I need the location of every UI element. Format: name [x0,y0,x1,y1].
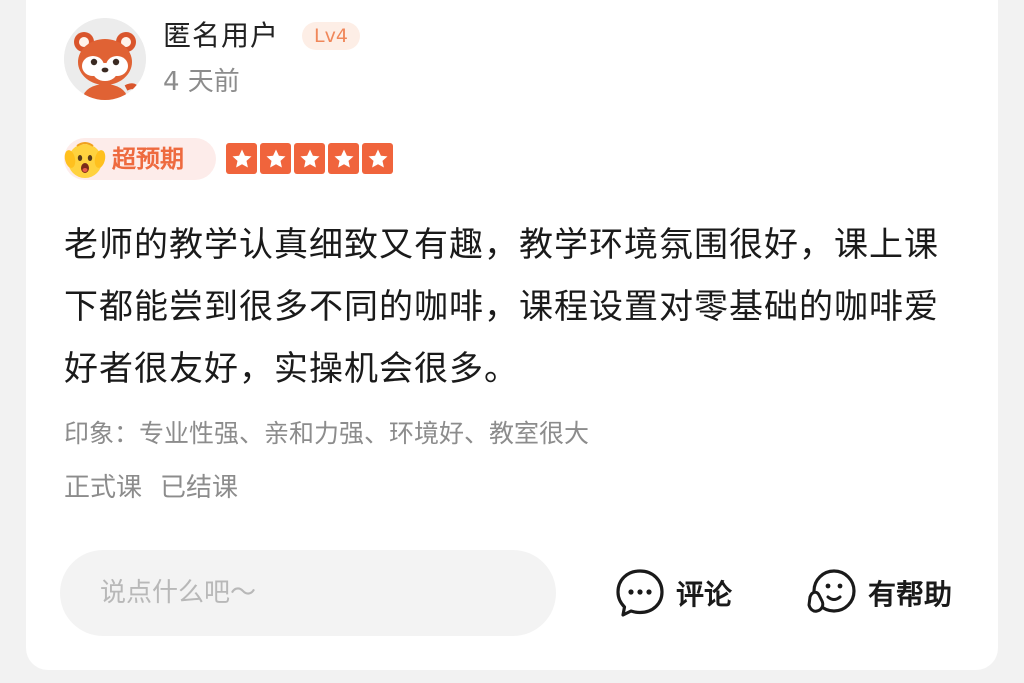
comment-button[interactable]: 评论 [614,566,732,620]
star-icon [362,143,393,174]
chat-bubble-icon [616,569,664,617]
comment-input[interactable] [60,550,556,636]
user-avatar[interactable] [64,18,146,100]
star-icon [226,143,257,174]
surprised-emoji-icon [62,136,108,182]
level-badge: Lv4 [302,22,360,50]
star-icon [294,143,325,174]
rating-tag-label: 超预期 [112,145,184,173]
course-type: 正式课 [64,473,143,503]
smiley-hand-icon [807,569,856,613]
star-icon [260,143,291,174]
review-text: 老师的教学认真细致又有趣，教学环境氛围很好，课上课下都能尝到很多不同的咖啡，课程… [64,225,939,389]
course-status: 已结课 [160,473,239,503]
star-rating [226,143,393,174]
red-panda-avatar-icon [64,18,146,100]
course-tags: 正式课 已结课 [64,470,238,506]
user-name: 匿名用户 [163,19,280,52]
impression-tags: 印象：专业性强、亲和力强、环境好、教室很大 [64,419,590,448]
post-time: 4 天前 [163,67,240,97]
comment-label: 评论 [676,578,733,611]
star-icon [328,143,359,174]
helpful-label: 有帮助 [868,578,953,611]
helpful-button[interactable]: 有帮助 [806,566,952,620]
